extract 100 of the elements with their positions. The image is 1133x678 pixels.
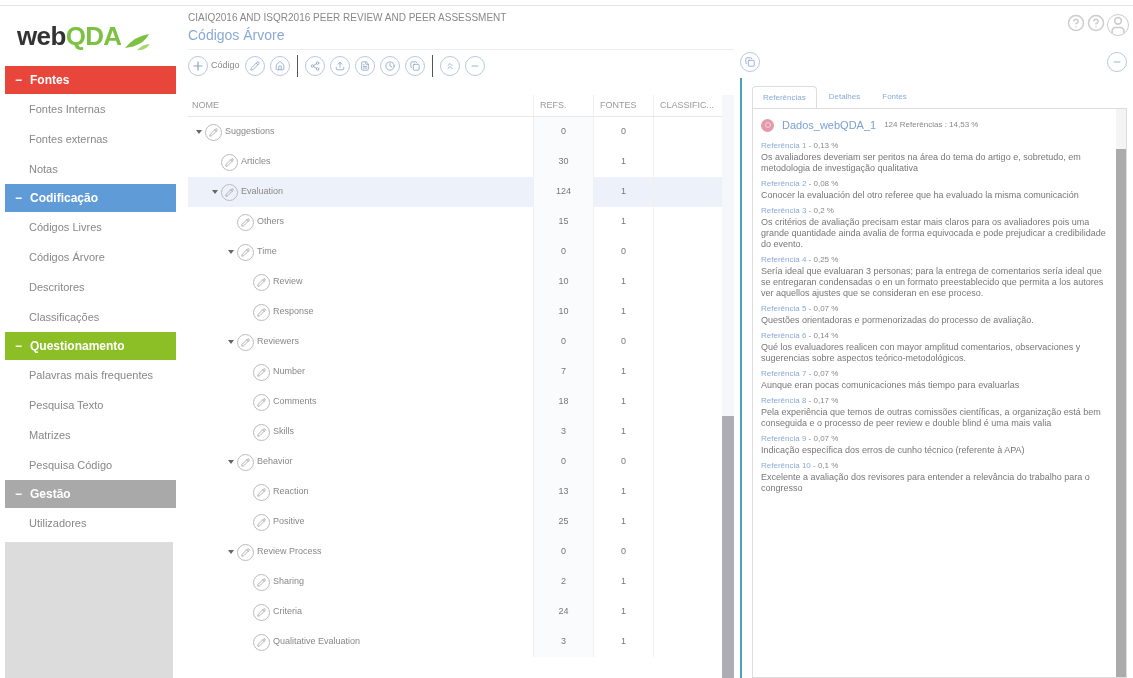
sidebar-item[interactable]: Utilizadores: [5, 508, 176, 538]
tree-row[interactable]: Criteria 24 1: [188, 597, 722, 627]
copy-icon: [745, 57, 755, 67]
sidebar-item[interactable]: Códigos Árvore: [5, 242, 176, 272]
tree-row[interactable]: Positive 25 1: [188, 507, 722, 537]
pencil-icon: [249, 60, 260, 71]
page-title: Códigos Árvore: [188, 26, 286, 45]
reference-link[interactable]: Referência 2: [761, 177, 807, 190]
tree-row[interactable]: Review 10 1: [188, 267, 722, 297]
tree-row[interactable]: Others 15 1: [188, 207, 722, 237]
sidebar-item[interactable]: Palavras mais frequentes: [5, 360, 176, 390]
tree-row[interactable]: Time 0 0: [188, 237, 722, 267]
tree-row[interactable]: Qualitative Evaluation 3 1: [188, 627, 722, 657]
code-name: Reaction: [273, 485, 309, 499]
sidebar-section-header[interactable]: − Fontes: [5, 66, 176, 94]
reference-text: Excelente a avaliação dos revisores para entender a relevância do trabalho para o congresso: [761, 471, 1091, 494]
reference-link[interactable]: Referência 8: [761, 394, 807, 407]
reference-share: - 0,07 %: [807, 367, 839, 380]
refs-cell: 3: [533, 627, 593, 657]
sidebar-item[interactable]: Pesquisa Texto: [5, 390, 176, 420]
reference-text: Pela experiência que temos de outras comissões científicas, a organização está bem conseguida e o processo de peer review e double blind é uma mais valia: [761, 406, 1102, 429]
scrollbar[interactable]: [1116, 109, 1126, 677]
code-name: Response: [273, 305, 314, 319]
reference-share: - 0,08 %: [807, 177, 839, 190]
refs-cell: 3: [533, 417, 593, 447]
document-icon: [359, 60, 370, 71]
refs-cell: 0: [533, 537, 593, 567]
fontes-cell: 0: [593, 117, 653, 147]
tree-row[interactable]: Review Process 0 0: [188, 537, 722, 567]
expand-toggle-icon[interactable]: [228, 339, 234, 345]
reference-link[interactable]: Referência 1: [761, 139, 807, 152]
column-header[interactable]: FONTES: [593, 95, 653, 116]
detail-tab[interactable]: Detalhes: [818, 86, 871, 108]
reference-link[interactable]: Referência 9: [761, 432, 807, 445]
reference-link[interactable]: Referência 4: [761, 253, 807, 266]
expand-toggle-icon[interactable]: [212, 189, 218, 195]
sidebar-item[interactable]: Descritores: [5, 272, 176, 302]
sidebar-item[interactable]: Notas: [5, 154, 176, 184]
code-name: Others: [257, 215, 284, 229]
fontes-cell: 1: [593, 627, 653, 657]
fontes-cell: 1: [593, 177, 653, 207]
code-name: Comments: [273, 395, 317, 409]
reference-text: Os avaliadores deveriam ser peritos na área do tema do artigo e, sobretudo, em metodologia de investigação qualitativa: [761, 151, 1082, 174]
reference-share: - 0,17 %: [807, 394, 839, 407]
reference-share: - 0,13 %: [807, 139, 839, 152]
sidebar-section-header[interactable]: − Codificação: [5, 184, 176, 212]
fontes-cell: 0: [593, 447, 653, 477]
project-title: CIAIQ2016 AND ISQR2016 PEER REVIEW AND PEER ASSESSMENT: [188, 11, 508, 25]
reference-link[interactable]: Referência 7: [761, 367, 807, 380]
sidebar-item[interactable]: Pesquisa Código: [5, 450, 176, 480]
detail-tab[interactable]: Referências: [752, 86, 817, 108]
fontes-cell: 1: [593, 477, 653, 507]
reference-text: Aunque eran pocas comunicaciones más tiempo para evaluarlas: [761, 379, 1021, 391]
refs-cell: 0: [533, 117, 593, 147]
sidebar-item[interactable]: Classificações: [5, 302, 176, 332]
column-header[interactable]: REFS.: [533, 95, 593, 116]
code-name: Sharing: [273, 575, 305, 589]
tree-row[interactable]: Reviewers 0 0: [188, 327, 722, 357]
tree-row[interactable]: Comments 18 1: [188, 387, 722, 417]
expand-toggle-icon[interactable]: [196, 129, 202, 135]
code-name: Time: [257, 245, 277, 259]
reference-link[interactable]: Referência 10: [761, 459, 811, 472]
reference-link[interactable]: Referência 5: [761, 302, 807, 315]
reference-share: - 0,07 %: [807, 302, 839, 315]
sidebar-item[interactable]: Códigos Livres: [5, 212, 176, 242]
code-name: Positive: [273, 515, 305, 529]
sidebar-item[interactable]: Matrizes: [5, 420, 176, 450]
tree-row[interactable]: Sharing 2 1: [188, 567, 722, 597]
sidebar-item[interactable]: Fontes Internas: [5, 94, 176, 124]
fontes-cell: 1: [593, 597, 653, 627]
detail-tab[interactable]: Fontes: [872, 86, 917, 108]
reference-link[interactable]: Referência 6: [761, 329, 807, 342]
sidebar-section-header[interactable]: − Gestão: [5, 480, 176, 508]
tree-row[interactable]: Behavior 0 0: [188, 447, 722, 477]
expand-toggle-icon[interactable]: [228, 249, 234, 255]
fontes-cell: 1: [593, 357, 653, 387]
source-icon: [761, 118, 774, 132]
expand-toggle-icon[interactable]: [228, 549, 234, 555]
fontes-cell: 0: [593, 327, 653, 357]
sidebar-section-header[interactable]: − Questionamento: [5, 332, 176, 360]
fontes-cell: 0: [593, 237, 653, 267]
fontes-cell: 1: [593, 567, 653, 597]
reference-link[interactable]: Referência 3: [761, 204, 807, 217]
tree-row[interactable]: Reaction 13 1: [188, 477, 722, 507]
expand-toggle-icon[interactable]: [228, 459, 234, 465]
sidebar-item[interactable]: Fontes externas: [5, 124, 176, 154]
tree-row[interactable]: Suggestions 0 0: [188, 117, 722, 147]
code-name: Skills: [273, 425, 294, 439]
refs-cell: 124: [533, 177, 593, 207]
tree-row[interactable]: Number 7 1: [188, 357, 722, 387]
tree-row[interactable]: Skills 3 1: [188, 417, 722, 447]
tree-row[interactable]: Evaluation 124 1: [188, 177, 722, 207]
column-header[interactable]: NOME: [188, 95, 533, 116]
refs-cell: 13: [533, 477, 593, 507]
reference-text: Sería ideal que evaluaran 3 personas; para la entrega de comentarios sería ideal que se entregaran condensadas o en un formato preestablecido que permita a los autores ver aquellos ajustes que se consideran en ese proceso.: [761, 265, 1105, 299]
add-code-button[interactable]: Código: [188, 55, 240, 76]
tree-row[interactable]: Response 10 1: [188, 297, 722, 327]
scrollbar[interactable]: [722, 95, 734, 678]
reference-text: Conocer la evaluación del otro referee que ha evaluado la misma comunicación: [761, 189, 1080, 201]
refs-cell: 10: [533, 297, 593, 327]
